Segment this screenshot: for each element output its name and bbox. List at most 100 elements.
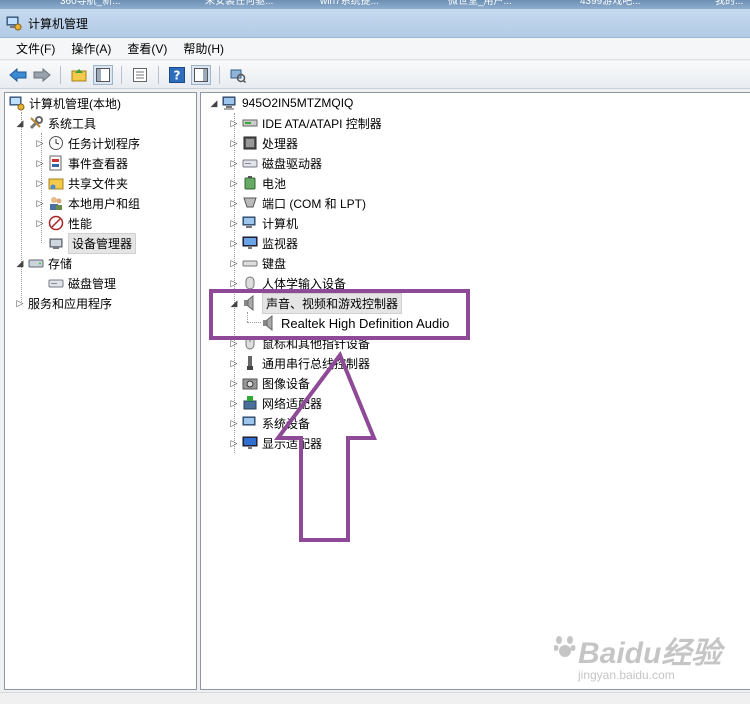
expand-triangle-icon[interactable]: ▷: [229, 398, 239, 408]
expand-triangle-icon[interactable]: ▷: [229, 118, 239, 128]
watermark-main: Baidu经验: [578, 637, 722, 670]
tree-item-system-tools[interactable]: ◢ 系统工具: [15, 113, 96, 133]
users-icon: [50, 197, 62, 210]
expand-triangle-icon[interactable]: ▷: [229, 138, 239, 148]
tree-item-event-viewer[interactable]: ▷ 事件查看器: [35, 153, 128, 173]
up-folder-icon[interactable]: [69, 65, 89, 85]
display-adapter-icon: [242, 436, 258, 449]
device-category-row[interactable]: ▷ 计算机: [229, 213, 298, 233]
device-category-label: 磁盘驱动器: [262, 156, 323, 171]
computer-management-icon: [6, 16, 22, 31]
expand-triangle-icon[interactable]: ▷: [229, 278, 239, 288]
tree-item-shared-folders[interactable]: ▷ 共享文件夹: [35, 173, 128, 193]
device-category-row[interactable]: ▷ 磁盘驱动器: [229, 153, 322, 173]
forward-arrow-icon[interactable]: [32, 65, 52, 85]
device-category-label: 键盘: [262, 256, 287, 271]
storage-icon: [28, 259, 44, 268]
tree-item-performance[interactable]: ▷ 性能: [35, 213, 92, 233]
annotation-highlight-box: [209, 289, 470, 340]
imaging-device-icon: [242, 378, 258, 390]
device-tree-root[interactable]: ◢ 945O2IN5MTZMQIQ: [209, 93, 353, 113]
system-device-icon: [242, 416, 256, 426]
expand-triangle-icon[interactable]: ▷: [35, 138, 45, 148]
toolbar-separator: [158, 65, 159, 84]
expand-triangle-icon[interactable]: ▷: [229, 258, 239, 268]
expand-triangle-icon[interactable]: ▷: [229, 198, 239, 208]
svg-text:?: ?: [174, 68, 181, 82]
tree-label: 性能: [68, 216, 93, 231]
expand-triangle-icon[interactable]: ▷: [35, 198, 45, 208]
computer-name: 945O2IN5MTZMQIQ: [242, 96, 354, 110]
tree-label: 计算机管理(本地): [29, 96, 121, 111]
paw-logo-icon: [554, 636, 576, 657]
event-viewer-icon: [49, 155, 62, 171]
status-bar: [0, 692, 750, 704]
annotation-up-arrow: [274, 350, 377, 542]
expand-triangle-icon[interactable]: ▷: [35, 218, 45, 228]
tree-item-disk-management[interactable]: 磁盘管理: [48, 273, 116, 293]
port-icon: [243, 197, 257, 208]
menu-view[interactable]: 查看(V): [119, 38, 175, 59]
device-category-row[interactable]: ▷ 键盘: [229, 253, 286, 273]
menu-action[interactable]: 操作(A): [63, 38, 119, 59]
tree-label: 任务计划程序: [68, 136, 141, 151]
expand-triangle-icon[interactable]: ▷: [229, 218, 239, 228]
help-icon[interactable]: ?: [167, 65, 187, 85]
toolbar-separator: [60, 65, 61, 84]
device-category-row[interactable]: ▷ 处理器: [229, 133, 298, 153]
scan-hardware-icon[interactable]: [228, 65, 248, 85]
tree-item-task-scheduler[interactable]: ▷ 任务计划程序: [35, 133, 140, 153]
expand-triangle-icon[interactable]: ▷: [229, 238, 239, 248]
browser-tab-strip: 360导航_新... 未安装任何驱... win7系统提... 微世堂_用户..…: [0, 0, 750, 9]
watermark-sub: jingyan.baidu.com: [578, 668, 675, 682]
expand-triangle-icon[interactable]: ▷: [229, 178, 239, 188]
keyboard-icon: [242, 260, 258, 267]
menu-help[interactable]: 帮助(H): [175, 38, 232, 59]
expand-triangle-icon[interactable]: ▷: [35, 158, 45, 168]
collapse-triangle-icon[interactable]: ◢: [209, 98, 219, 108]
disk-icon: [48, 279, 64, 288]
device-category-row[interactable]: ▷ 端口 (COM 和 LPT): [229, 193, 366, 213]
tree-label: 系统工具: [48, 116, 97, 131]
tree-item-local-users[interactable]: ▷ 本地用户和组: [35, 193, 140, 213]
disk-drive-icon: [242, 159, 258, 168]
shared-folder-icon: [48, 178, 64, 190]
device-category-label: 监视器: [262, 236, 299, 251]
device-category-label: IDE ATA/ATAPI 控制器: [262, 116, 382, 131]
tree-label-selected: 设备管理器: [68, 232, 137, 254]
browser-tab[interactable]: 360导航_新...: [60, 0, 121, 9]
device-category-row[interactable]: ▷ IDE ATA/ATAPI 控制器: [229, 113, 382, 133]
browser-tab[interactable]: win7系统提...: [320, 0, 379, 9]
properties-icon[interactable]: [130, 65, 150, 85]
battery-icon: [244, 176, 256, 190]
browser-tab[interactable]: 微世堂_用户...: [448, 0, 512, 9]
expand-triangle-icon[interactable]: ▷: [35, 178, 45, 188]
device-category-row[interactable]: ▷ 监视器: [229, 233, 298, 253]
browser-tab[interactable]: 4399游戏吧...: [580, 0, 641, 9]
tree-label: 服务和应用程序: [28, 296, 113, 311]
menu-file[interactable]: 文件(F): [8, 38, 63, 59]
collapse-triangle-icon[interactable]: ◢: [15, 258, 25, 268]
action-pane-icon[interactable]: [191, 64, 211, 85]
expand-triangle-icon[interactable]: ▷: [229, 418, 239, 428]
tree-item-root[interactable]: 计算机管理(本地): [9, 93, 121, 113]
device-category-label: 处理器: [262, 136, 299, 151]
back-arrow-icon[interactable]: [8, 65, 28, 85]
expand-triangle-icon[interactable]: ▷: [15, 298, 25, 308]
collapse-triangle-icon[interactable]: ◢: [15, 118, 25, 128]
expand-triangle-icon[interactable]: ▷: [229, 378, 239, 388]
device-category-label: 端口 (COM 和 LPT): [262, 196, 366, 211]
tree-label: 磁盘管理: [68, 276, 117, 291]
device-category-row[interactable]: ▷ 电池: [229, 173, 286, 193]
tree-item-device-manager[interactable]: 设备管理器: [48, 232, 137, 254]
expand-triangle-icon[interactable]: ▷: [229, 358, 239, 368]
toolbar-separator: [121, 65, 122, 84]
computer-icon: [242, 216, 256, 228]
show-hide-tree-icon[interactable]: [93, 64, 113, 85]
browser-tab[interactable]: 未安装任何驱...: [205, 0, 273, 9]
tree-item-storage[interactable]: ◢ 存储: [15, 253, 72, 273]
expand-triangle-icon[interactable]: ▷: [229, 158, 239, 168]
expand-triangle-icon[interactable]: ▷: [229, 438, 239, 448]
tree-item-services[interactable]: ▷ 服务和应用程序: [15, 293, 112, 313]
browser-tab[interactable]: 我的...: [715, 0, 743, 9]
